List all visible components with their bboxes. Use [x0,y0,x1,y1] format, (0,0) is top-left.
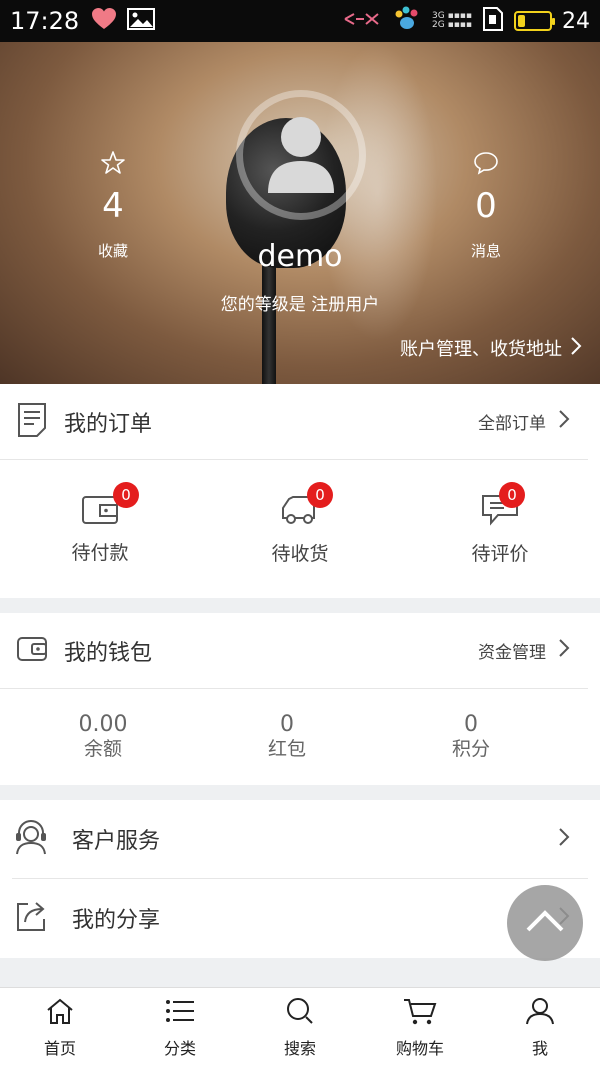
orders-title: 我的订单 [64,411,153,437]
tab-cart-label: 购物车 [395,1038,444,1058]
user-icon [525,997,555,1029]
network-2g-label: 2G [432,20,445,30]
battery-icon [514,11,555,31]
all-orders-label: 全部订单 [478,414,546,434]
star-icon [53,150,173,180]
order-pending-review[interactable]: 0 待评价 [400,460,600,598]
balance-value: 0.00 [78,712,128,737]
fund-management-link[interactable]: 资金管理 [478,638,570,663]
tab-home-label: 首页 [43,1038,76,1058]
wallet-card: 我的钱包 资金管理 0.00 余额 0 红包 0 积分 [0,613,600,785]
share-icon [14,899,48,937]
order-pending-payment[interactable]: 0 待付款 [0,460,200,598]
orders-card: 我的订单 全部订单 0 待付款 0 待收货 0 待评价 [0,384,600,598]
message-icon [426,150,546,180]
avatar[interactable] [249,103,353,207]
my-share-row[interactable]: 我的分享 [0,879,588,957]
points-item[interactable]: 0 积分 [379,689,563,785]
pending-delivery-badge: 0 [307,482,333,508]
sim-icon [482,6,504,36]
home-icon [45,997,75,1029]
tab-search-label: 搜索 [283,1038,316,1058]
tab-search[interactable]: 搜索 [240,988,360,1067]
wallet-title: 我的钱包 [64,640,153,666]
wallet-icon [16,634,48,668]
chevron-right-icon [558,827,570,851]
tab-cart[interactable]: 购物车 [360,988,480,1067]
bottom-tab-bar: 首页 分类 搜索 购物车 我 [0,987,600,1067]
points-value: 0 [464,712,478,737]
red-packet-item[interactable]: 0 红包 [195,689,379,785]
pending-payment-badge: 0 [113,482,139,508]
tab-category-label: 分类 [163,1038,196,1058]
customer-service-label: 客户服务 [72,829,161,854]
all-orders-link[interactable]: 全部订单 [478,409,570,434]
red-packet-value: 0 [280,712,294,737]
list-icon [165,997,195,1029]
balance-item[interactable]: 0.00 余额 [11,689,195,785]
search-icon [285,997,315,1029]
decor-icon [342,8,382,34]
orders-header[interactable]: 我的订单 全部订单 [0,384,588,460]
tab-me[interactable]: 我 [480,988,600,1067]
image-icon [127,7,156,35]
user-level: 您的等级是 注册用户 [220,295,380,315]
order-pending-delivery[interactable]: 0 待收货 [200,460,400,598]
red-packet-label: 红包 [267,738,306,760]
tab-me-label: 我 [531,1038,548,1058]
profile-header: 4 收藏 0 消息 demo 您的等级是 注册用户 账户管理、收货地址 [0,42,600,384]
pending-payment-label: 待付款 [71,541,129,564]
pending-review-badge: 0 [499,482,525,508]
points-label: 积分 [451,738,490,760]
status-bar: 17:28 3G ▪▪▪▪ 2G ▪▪▪▪ 24 [0,0,600,42]
username: demo [257,239,343,274]
chevron-up-icon [525,909,565,937]
order-document-icon [16,402,48,442]
signal-indicator: 3G ▪▪▪▪ 2G ▪▪▪▪ [432,11,472,30]
chevron-right-icon [558,409,570,434]
status-time: 17:28 [10,7,80,35]
chevron-right-icon [570,336,582,361]
cart-icon [403,997,437,1029]
tab-category[interactable]: 分类 [120,988,240,1067]
my-share-label: 我的分享 [72,908,161,933]
favorites-count: 4 [102,186,124,226]
wallet-header[interactable]: 我的钱包 资金管理 [0,613,588,689]
pending-review-label: 待评价 [471,542,529,565]
paw-icon [392,6,422,36]
user-avatar-icon [268,117,334,193]
headset-icon [14,819,48,859]
heart-icon [91,7,117,35]
messages-count: 0 [475,186,497,226]
pending-delivery-label: 待收货 [271,542,329,565]
tab-home[interactable]: 首页 [0,988,120,1067]
account-management-link[interactable]: 账户管理、收货地址 [400,335,582,361]
account-link-label: 账户管理、收货地址 [400,339,562,360]
fund-management-label: 资金管理 [478,643,546,663]
back-to-top-button[interactable] [507,885,583,961]
battery-level: 24 [562,8,590,34]
chevron-right-icon [558,638,570,663]
balance-label: 余额 [83,738,122,760]
customer-service-row[interactable]: 客户服务 [0,800,588,878]
